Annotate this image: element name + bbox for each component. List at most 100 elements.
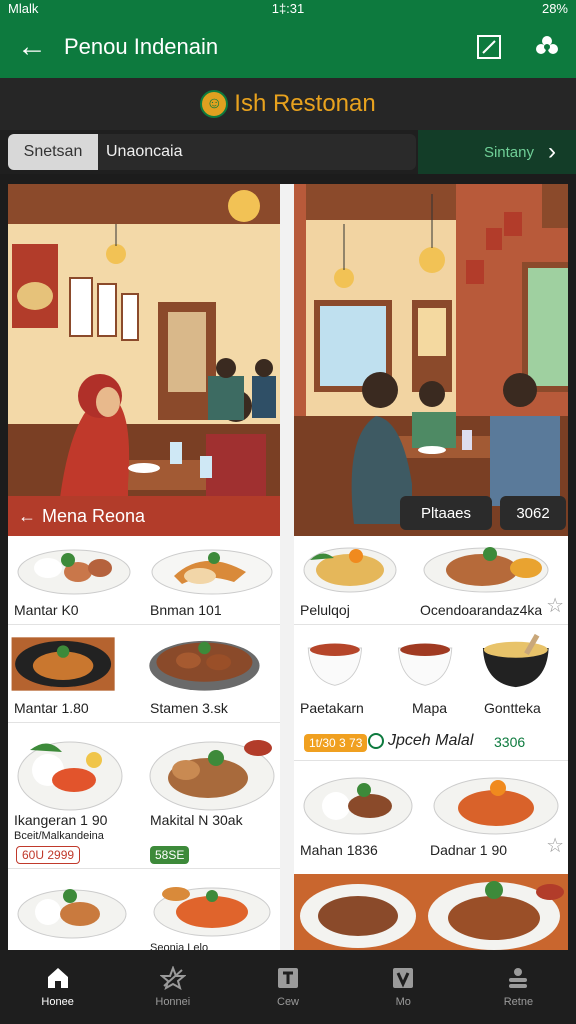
star-crossed-icon [159, 966, 186, 990]
logo-icon: ☺ [200, 90, 229, 118]
food-image [303, 547, 397, 593]
tab-label: Honee [41, 996, 74, 1008]
menu-item-card[interactable]: Makital N 30ak 58SE [144, 724, 280, 868]
arrow-left-icon: ← [18, 505, 36, 526]
menu-item-card[interactable]: Bnman 101 [144, 536, 280, 624]
chevron-right-icon: › [548, 138, 556, 165]
back-arrow-icon[interactable]: ← [0, 30, 64, 64]
menu-item-label: Dadnar 1 90 [430, 842, 508, 858]
filter-row: Snetsan Unaoncaia Sintany › [0, 130, 576, 174]
filter-chip[interactable]: Snetsan [8, 134, 98, 170]
menu-item-label: Gontteka [484, 700, 541, 716]
menu-item-card[interactable]: Seonia Lelo [144, 870, 280, 950]
t-box-icon [278, 968, 298, 988]
food-image [149, 740, 275, 811]
bottom-tab-bar: Honee Honnei Cew Mo Retne [0, 950, 576, 1024]
tab-mo[interactable]: Mo [346, 950, 461, 1024]
food-image [11, 637, 115, 691]
row-divider [294, 624, 568, 625]
food-image [153, 887, 271, 937]
v-box-icon [393, 968, 414, 988]
menu-item-card[interactable]: Paetakarn [294, 626, 386, 722]
food-image [307, 643, 363, 686]
food-image [433, 777, 559, 835]
menu-item-card[interactable] [8, 870, 144, 950]
restaurant-name: Ish Restonan [234, 90, 376, 117]
home-icon [47, 968, 68, 988]
app-bar: ← Penou Indenain [0, 16, 576, 78]
promo-name: Jpceh Malal [388, 732, 474, 749]
menu-item-card[interactable]: Stamen 3.sk [144, 626, 280, 722]
count-chip[interactable]: 3062 [500, 496, 566, 530]
tab-favorites[interactable]: Honnei [115, 950, 230, 1024]
menu-item-label: Mahan 1836 [300, 842, 378, 858]
favorite-star-icon[interactable]: ☆ [546, 833, 564, 858]
menu-banner-label: Mena Reona [42, 505, 146, 526]
filter-field[interactable]: Snetsan Unaoncaia [8, 134, 416, 170]
menu-item-card[interactable]: Dadnar 1 90 ☆ [424, 762, 568, 864]
menu-item-label: Bnman 101 [150, 602, 222, 618]
menu-item-label: Stamen 3.sk [150, 700, 228, 716]
column-divider [280, 184, 294, 950]
menu-item-card[interactable]: Pelulqoj [294, 536, 414, 624]
restaurant-interior-image-right [294, 184, 568, 536]
menu-item-label: Ocendoarandaz4ka [420, 602, 542, 618]
person-stack-icon [509, 968, 528, 988]
edit-icon [477, 35, 501, 59]
menu-item-card[interactable]: Ikangeran 1 90 Bceit/Malkandeina 60U 299… [8, 724, 144, 868]
filter-next-label: Sintany [483, 143, 534, 161]
menu-content: ← Mena Reona Pltaaes 3062 Mantar K0 Bnma… [8, 184, 568, 950]
tab-cew[interactable]: Cew [230, 950, 345, 1024]
menu-item-card[interactable]: Gontteka [474, 626, 568, 722]
menu-item-label: Pelulqoj [300, 602, 350, 618]
food-image [397, 643, 453, 686]
menu-item-card[interactable]: Mapa [386, 626, 474, 722]
flower-icon [536, 36, 558, 54]
food-image [17, 549, 131, 595]
menu-item-label: Seonia Lelo [150, 942, 209, 950]
share-button[interactable] [518, 16, 576, 78]
promo-price: 3306 [494, 734, 526, 750]
tab-label: Mo [395, 996, 411, 1008]
clock-text: 1‡:31 [271, 0, 305, 16]
food-image [17, 741, 123, 811]
promo-price-tag: 1t/30 3 73 [304, 734, 368, 752]
tab-label: Retne [503, 996, 534, 1008]
row-divider [8, 722, 280, 723]
price-tag: 60U 2999 [16, 846, 81, 864]
filter-next-button[interactable]: Sintany › [418, 130, 576, 174]
menu-item-label: Mantar 1.80 [14, 700, 89, 716]
menu-item-card[interactable]: Mantar 1.80 [8, 626, 144, 722]
menu-banner-left[interactable]: ← Mena Reona [8, 496, 280, 536]
menu-item-card[interactable]: Mahan 1836 [294, 762, 424, 864]
menu-item-card[interactable] [294, 874, 568, 950]
restaurant-brand: ☺ Ish Restonan [0, 78, 576, 130]
food-image [423, 547, 549, 593]
food-image [149, 640, 260, 691]
food-image [151, 549, 273, 595]
edit-button[interactable] [460, 16, 518, 78]
favorite-star-icon[interactable]: ☆ [546, 593, 564, 618]
row-divider [294, 760, 568, 761]
menu-item-label: Mantar K0 [14, 602, 79, 618]
menu-item-card[interactable]: Mantar K0 [8, 536, 144, 624]
row-divider [8, 868, 280, 869]
menu-item-subtitle: Bceit/Malkandeina [14, 830, 104, 842]
status-bar: Mlalk 1‡:31 28% [0, 0, 576, 16]
menu-item-label: Mapa [412, 700, 448, 716]
food-image [17, 889, 127, 939]
menu-item-label: Paetakarn [300, 700, 364, 716]
tab-label: Cew [277, 996, 300, 1008]
menu-item-card[interactable]: Ocendoarandaz4ka ☆ [414, 536, 568, 624]
food-image [303, 777, 413, 835]
page-title: Penou Indenain [64, 34, 219, 59]
row-divider [8, 624, 280, 625]
tab-label: Honnei [155, 996, 191, 1008]
food-image [300, 881, 564, 950]
tab-retne[interactable]: Retne [461, 950, 576, 1024]
price-tag: 58SE [150, 846, 190, 864]
places-chip[interactable]: Pltaaes [400, 496, 492, 530]
circle-icon [368, 733, 384, 749]
restaurant-interior-image-left [8, 184, 280, 536]
tab-home[interactable]: Honee [0, 950, 115, 1024]
